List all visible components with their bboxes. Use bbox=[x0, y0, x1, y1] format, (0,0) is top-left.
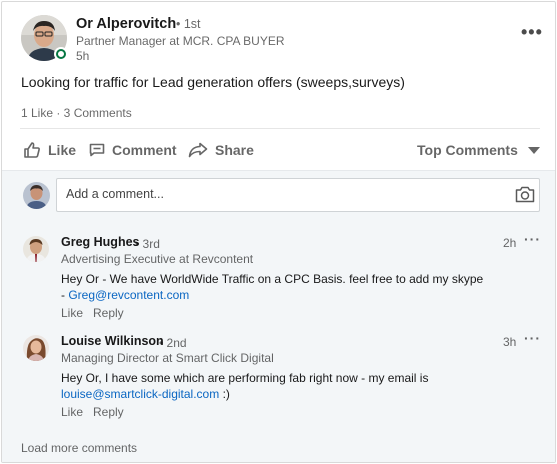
like-label: Like bbox=[48, 142, 77, 158]
commenter-avatar[interactable] bbox=[23, 236, 49, 262]
commenter-degree: • 3rd bbox=[135, 237, 160, 251]
connection-degree: • 1st bbox=[176, 17, 201, 31]
comment-reply-button[interactable]: Reply bbox=[93, 405, 124, 419]
comment-label: Comment bbox=[112, 142, 177, 158]
camera-icon[interactable] bbox=[515, 186, 535, 208]
comment-more-options-icon[interactable]: ··· bbox=[524, 231, 541, 247]
share-icon bbox=[188, 142, 208, 158]
comment-text: Hey Or - We have WorldWide Traffic on a … bbox=[61, 272, 484, 302]
share-button[interactable]: Share bbox=[188, 139, 254, 161]
author-name[interactable]: Or Alperovitch bbox=[76, 16, 176, 32]
post-text: Looking for traffic for Lead generation … bbox=[21, 74, 405, 90]
comment-text: Hey Or, I have some which are performing… bbox=[61, 371, 429, 401]
load-more-comments-link[interactable]: Load more comments bbox=[21, 441, 137, 455]
post-time: 5h bbox=[76, 49, 90, 63]
commenter-name[interactable]: Greg Hughes bbox=[61, 235, 140, 249]
comment-input[interactable] bbox=[66, 187, 496, 201]
social-counts[interactable]: 1 Like · 3 Comments bbox=[21, 106, 132, 120]
comment-email-link[interactable]: Greg@revcontent.com bbox=[68, 288, 189, 302]
caret-down-icon bbox=[527, 142, 540, 158]
comment-reply-button[interactable]: Reply bbox=[93, 306, 124, 320]
comments-section bbox=[2, 170, 555, 462]
comment-more-options-icon[interactable]: ··· bbox=[524, 330, 541, 346]
comment-time: 2h bbox=[503, 236, 517, 250]
commenter-headline: Advertising Executive at Revcontent bbox=[61, 252, 254, 266]
current-user-avatar bbox=[23, 182, 50, 209]
comment-like-button[interactable]: Like bbox=[61, 405, 83, 419]
commenter-degree: • 2nd bbox=[159, 336, 187, 350]
comment-like-button[interactable]: Like bbox=[61, 306, 83, 320]
thumbs-up-icon bbox=[23, 141, 41, 159]
divider bbox=[20, 128, 540, 129]
post-more-options-icon[interactable]: ••• bbox=[521, 22, 543, 43]
author-headline: Partner Manager at MCR. CPA BUYER bbox=[76, 34, 285, 48]
like-button[interactable]: Like bbox=[23, 139, 76, 161]
comment-button[interactable]: Comment bbox=[89, 139, 177, 161]
post-card: Or Alperovitch • 1st Partner Manager at … bbox=[1, 1, 556, 463]
sort-label: Top Comments bbox=[417, 142, 518, 158]
online-status-icon bbox=[54, 47, 68, 61]
commenter-avatar[interactable] bbox=[23, 335, 49, 361]
commenter-name[interactable]: Louise Wilkinson bbox=[61, 334, 164, 348]
share-label: Share bbox=[215, 142, 254, 158]
commenter-headline: Managing Director at Smart Click Digital bbox=[61, 351, 274, 365]
comment-time: 3h bbox=[503, 335, 517, 349]
sort-comments-dropdown[interactable]: Top Comments bbox=[417, 139, 540, 161]
comment-email-link[interactable]: louise@smartclick-digital.com bbox=[61, 387, 219, 401]
comment-icon bbox=[89, 142, 105, 158]
comment-input-box[interactable] bbox=[56, 178, 540, 212]
